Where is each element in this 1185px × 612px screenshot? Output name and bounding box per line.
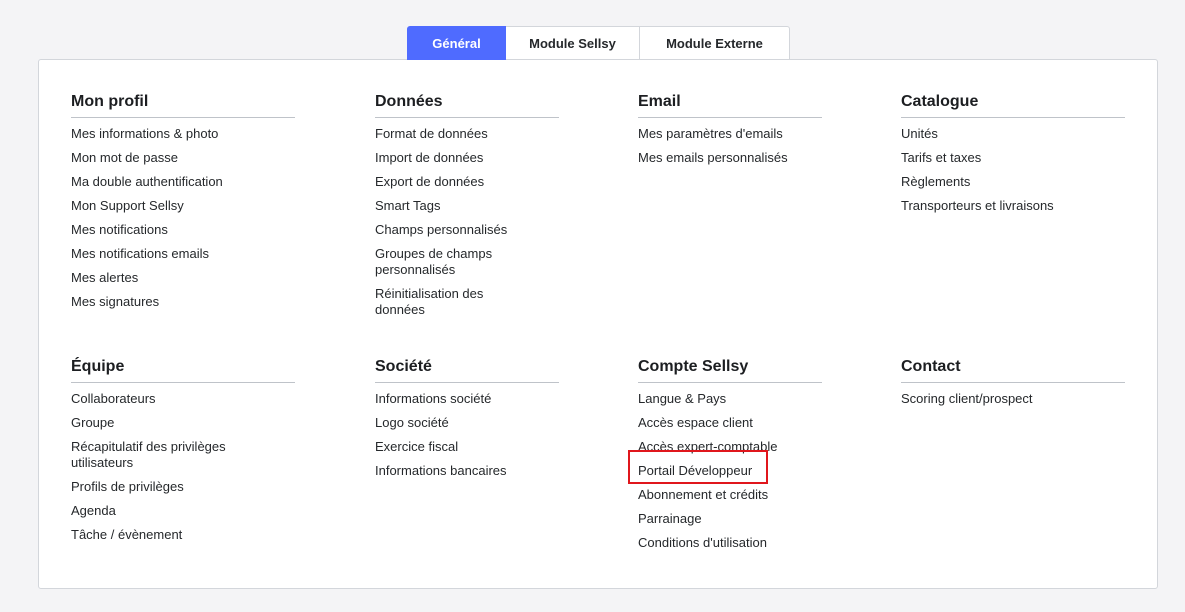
settings-link[interactable]: Mes alertes	[71, 270, 295, 286]
tab-module-externe[interactable]: Module Externe	[640, 26, 790, 60]
settings-tabs: Général Module Sellsy Module Externe	[407, 26, 790, 60]
settings-link[interactable]: Abonnement et crédits	[638, 487, 822, 503]
section-contact: Contact Scoring client/prospect	[901, 357, 1125, 415]
settings-link[interactable]: Informations bancaires	[375, 463, 559, 479]
section-list: Collaborateurs Groupe Récapitulatif des pr…	[71, 391, 251, 543]
settings-link[interactable]: Réinitialisation des données	[375, 286, 515, 318]
settings-link[interactable]: Conditions d'utilisation	[638, 535, 822, 551]
section-title: Compte Sellsy	[638, 357, 822, 383]
tab-module-sellsy[interactable]: Module Sellsy	[506, 26, 640, 60]
settings-link[interactable]: Scoring client/prospect	[901, 391, 1125, 407]
settings-link[interactable]: Logo société	[375, 415, 559, 431]
section-title: Contact	[901, 357, 1125, 383]
settings-link[interactable]: Export de données	[375, 174, 515, 190]
settings-link[interactable]: Accès expert-comptable	[638, 439, 822, 455]
settings-link[interactable]: Collaborateurs	[71, 391, 251, 407]
settings-link[interactable]: Mon Support Sellsy	[71, 198, 295, 214]
section-catalogue: Catalogue Unités Tarifs et taxes Règlement…	[901, 92, 1125, 222]
settings-link[interactable]: Agenda	[71, 503, 251, 519]
settings-link[interactable]: Mes notifications	[71, 222, 295, 238]
section-list: Langue & Pays Accès espace client Accès ex…	[638, 391, 822, 551]
settings-link[interactable]: Récapitulatif des privilèges utilisateur…	[71, 439, 251, 471]
settings-link[interactable]: Règlements	[901, 174, 1125, 190]
settings-link[interactable]: Groupes de champs personnalisés	[375, 246, 515, 278]
section-list: Unités Tarifs et taxes Règlements Transport…	[901, 126, 1125, 214]
section-title: Données	[375, 92, 559, 118]
settings-panel: Mon profil Mes informations & photo Mon m…	[38, 59, 1158, 589]
settings-link[interactable]: Champs personnalisés	[375, 222, 515, 238]
settings-link[interactable]: Transporteurs et livraisons	[901, 198, 1125, 214]
settings-link[interactable]: Tâche / évènement	[71, 527, 251, 543]
section-title: Équipe	[71, 357, 295, 383]
settings-link[interactable]: Mes paramètres d'emails	[638, 126, 822, 142]
settings-link[interactable]: Unités	[901, 126, 1125, 142]
settings-link[interactable]: Smart Tags	[375, 198, 515, 214]
settings-link[interactable]: Exercice fiscal	[375, 439, 559, 455]
settings-link[interactable]: Ma double authentification	[71, 174, 295, 190]
section-list: Mes paramètres d'emails Mes emails person…	[638, 126, 822, 166]
settings-link[interactable]: Mes signatures	[71, 294, 295, 310]
settings-link[interactable]: Mon mot de passe	[71, 150, 295, 166]
section-societe: Société Informations société Logo société…	[375, 357, 559, 487]
section-title: Catalogue	[901, 92, 1125, 118]
section-mon-profil: Mon profil Mes informations & photo Mon m…	[71, 92, 295, 318]
settings-link[interactable]: Portail Développeur	[638, 463, 822, 479]
section-title: Société	[375, 357, 559, 383]
section-equipe: Équipe Collaborateurs Groupe Récapitulatif…	[71, 357, 295, 551]
settings-link[interactable]: Mes notifications emails	[71, 246, 295, 262]
section-list: Mes informations & photo Mon mot de passe…	[71, 126, 295, 310]
settings-link[interactable]: Parrainage	[638, 511, 822, 527]
section-list: Format de données Import de données Export…	[375, 126, 515, 318]
section-compte-sellsy: Compte Sellsy Langue & Pays Accès espace …	[638, 357, 822, 559]
settings-link[interactable]: Accès espace client	[638, 415, 822, 431]
section-email: Email Mes paramètres d'emails Mes emails …	[638, 92, 822, 174]
section-list: Scoring client/prospect	[901, 391, 1125, 407]
settings-link[interactable]: Profils de privilèges	[71, 479, 251, 495]
settings-link[interactable]: Format de données	[375, 126, 515, 142]
section-list: Informations société Logo société Exercice…	[375, 391, 559, 479]
section-title: Email	[638, 92, 822, 118]
section-donnees: Données Format de données Import de donné…	[375, 92, 559, 326]
settings-link[interactable]: Langue & Pays	[638, 391, 822, 407]
settings-link[interactable]: Informations société	[375, 391, 559, 407]
settings-link[interactable]: Mes informations & photo	[71, 126, 295, 142]
section-title: Mon profil	[71, 92, 295, 118]
settings-link[interactable]: Tarifs et taxes	[901, 150, 1125, 166]
settings-link[interactable]: Groupe	[71, 415, 251, 431]
settings-link[interactable]: Import de données	[375, 150, 515, 166]
settings-link[interactable]: Mes emails personnalisés	[638, 150, 822, 166]
tab-general[interactable]: Général	[407, 26, 506, 60]
